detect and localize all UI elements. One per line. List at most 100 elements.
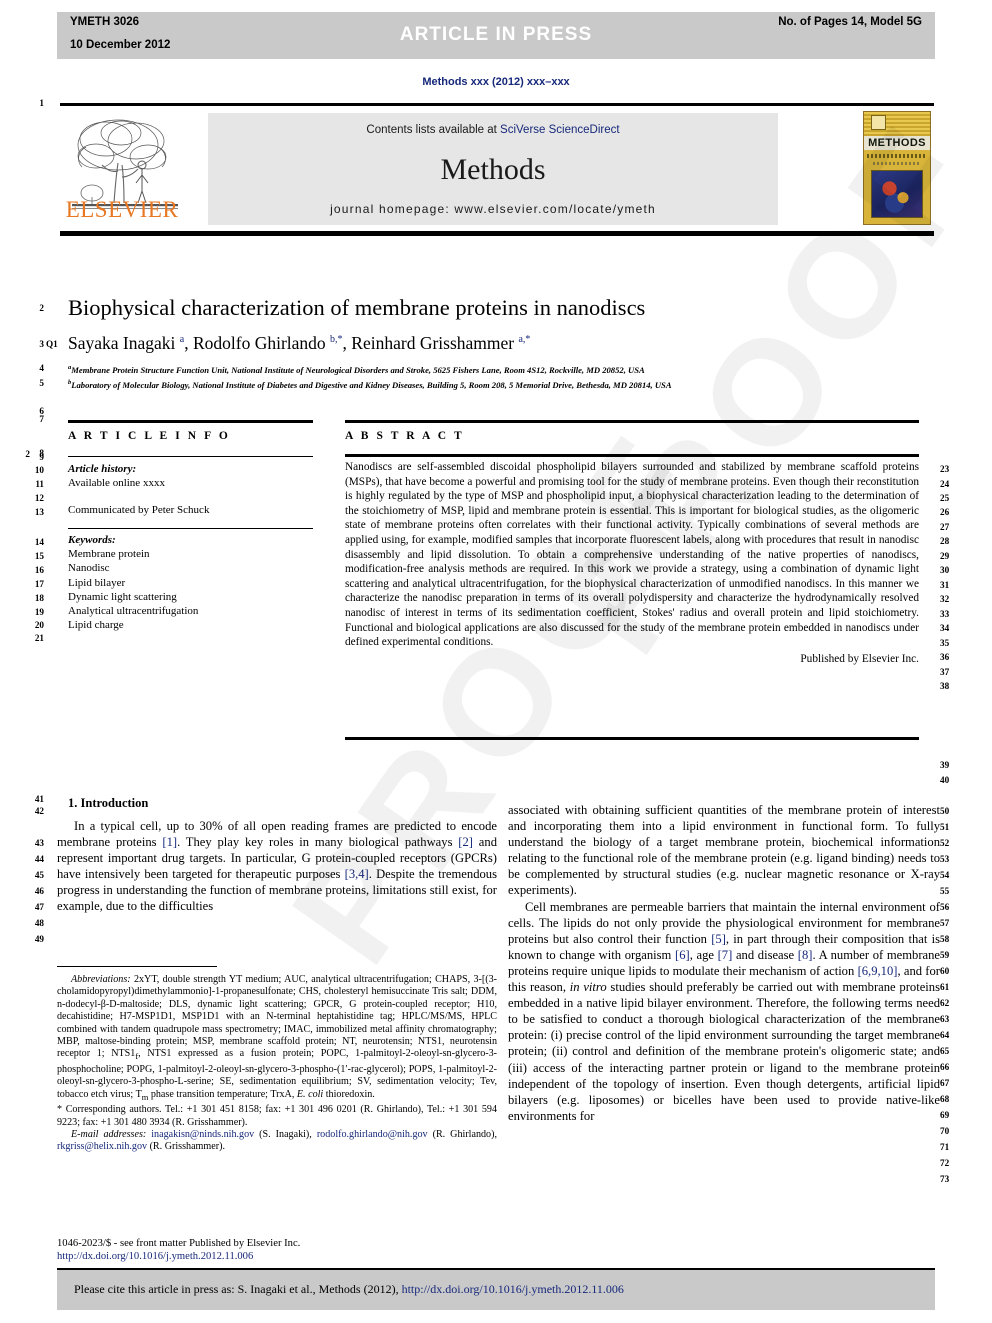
body-column-right: associated with obtaining sufficient qua… <box>508 802 940 1124</box>
journal-masthead: ELSEVIER Contents lists available at Sci… <box>60 103 934 236</box>
info-rule-above <box>68 420 313 423</box>
citation-ref[interactable]: [3,4] <box>345 867 369 881</box>
line-number: 25 <box>940 493 950 503</box>
cite-doi-link[interactable]: http://dx.doi.org/10.1016/j.ymeth.2012.1… <box>402 1282 624 1296</box>
citation-ref[interactable]: [7] <box>718 948 733 962</box>
line-number: 7 <box>39 414 44 424</box>
line-number: 28 <box>940 536 950 546</box>
cover-journal-title: METHODS <box>864 136 930 150</box>
email-link-grisshammer[interactable]: rkgriss@helix.nih.gov <box>57 1141 147 1152</box>
line-number: 63 <box>940 1014 950 1024</box>
email-owner-3: (R. Grisshammer). <box>147 1141 225 1153</box>
line-number: 24 <box>940 479 950 489</box>
line-number: 55 <box>940 886 950 896</box>
masthead-center-panel: Contents lists available at SciVerse Sci… <box>208 113 778 225</box>
line-number: 30 <box>940 565 950 575</box>
line-number: 17 <box>34 579 44 589</box>
line-number: 35 <box>940 638 950 648</box>
author-names: Sayaka Inagaki a, Rodolfo Ghirlando b,*,… <box>68 333 531 353</box>
line-number: 39 <box>940 760 950 770</box>
footnote-separator-rule <box>57 966 217 967</box>
cite-this-article-bar: Please cite this article in press as: S.… <box>57 1268 935 1310</box>
article-page: PROOF PROOF YMETH 3026 10 December 2012 … <box>0 0 992 1323</box>
line-number: 12 <box>34 493 44 503</box>
citation-ref[interactable]: [1] <box>162 835 177 849</box>
line-number: 72 <box>940 1158 950 1168</box>
line-number: 70 <box>940 1126 950 1136</box>
line-number: 45 <box>34 870 44 880</box>
cover-subtitle-rule <box>867 154 927 158</box>
keywords-label: Keywords: <box>68 534 116 546</box>
email-link-ghirlando[interactable]: rodolfo.ghirlando@nih.gov <box>317 1129 428 1140</box>
line-number: 48 <box>34 918 44 928</box>
journal-homepage-line[interactable]: journal homepage: www.elsevier.com/locat… <box>208 202 778 216</box>
line-number: 2 <box>39 303 44 313</box>
line-number: 42 <box>34 806 44 816</box>
abstract-text: Nanodiscs are self-assembled discoidal p… <box>345 461 919 649</box>
line-number: 60 <box>940 966 950 976</box>
line-number: 33 <box>940 609 950 619</box>
keyword-item: Analytical ultracentrifugation <box>68 605 199 618</box>
affiliation-a: aMembrane Protein Structure Function Uni… <box>68 364 645 375</box>
body-column-left: In a typical cell, up to 30% of all open… <box>57 818 497 915</box>
line-number: 52 <box>940 838 950 848</box>
info-rule-below-heading <box>68 456 313 457</box>
email-owner-2: (R. Ghirlando), <box>427 1128 497 1140</box>
citation-ref[interactable]: [8] <box>798 948 813 962</box>
line-number: 64 <box>940 1030 950 1040</box>
keyword-item: Dynamic light scattering <box>68 590 177 603</box>
line-number: 67 <box>940 1078 950 1088</box>
keyword-item: Lipid charge <box>68 619 124 632</box>
journal-title: Methods <box>440 153 546 186</box>
line-number: 53 <box>940 854 950 864</box>
email-addresses-note: E-mail addresses: inagakisn@ninds.nih.go… <box>57 1129 497 1154</box>
line-number: 46 <box>34 886 44 896</box>
elsevier-wordmark: ELSEVIER <box>65 197 179 222</box>
citation-ref[interactable]: [6] <box>675 948 690 962</box>
abstract-heading: A B S T R A C T <box>345 430 465 442</box>
contents-prefix: Contents lists available at <box>366 124 501 136</box>
citation-ref[interactable]: [6,9,10] <box>858 964 898 978</box>
affiliation-b-text: Laboratory of Molecular Biology, Nationa… <box>71 379 672 390</box>
line-number: 38 <box>940 681 950 691</box>
line-number: 73 <box>940 1174 950 1184</box>
issn-line: 1046-2023/$ - see front matter Published… <box>57 1238 301 1249</box>
abstract-column: Nanodiscs are self-assembled discoidal p… <box>345 460 919 666</box>
line-number: 26 <box>940 507 950 517</box>
email-link-inagaki[interactable]: inagakisn@ninds.nih.gov <box>151 1129 254 1140</box>
line-number: 68 <box>940 1094 950 1104</box>
keyword-item: Nanodisc <box>68 562 110 575</box>
citation-ref[interactable]: [5] <box>711 932 726 946</box>
line-number: 19 <box>34 607 44 617</box>
article-info-heading: A R T I C L E I N F O <box>68 430 231 442</box>
line-number: 66 <box>940 1062 950 1072</box>
keyword-item: Lipid bilayer <box>68 576 126 589</box>
cover-chip-icon <box>871 115 886 130</box>
line-number: 3 <box>39 339 44 349</box>
line-number: 69 <box>940 1110 950 1120</box>
abstract-rule-below-heading <box>345 454 919 457</box>
line-number: 2 <box>25 449 30 459</box>
line-number: 23 <box>940 464 950 474</box>
communicated-by: Communicated by Peter Schuck <box>68 504 210 517</box>
abbreviations-label: Abbreviations: <box>71 974 131 985</box>
masthead-rule-bottom <box>60 231 934 236</box>
footnote-block: Abbreviations: 2xYT, double strength YT … <box>57 974 497 1154</box>
line-number: 51 <box>940 822 950 832</box>
line-number: 10 <box>34 465 44 475</box>
line-number: 1 <box>39 98 44 108</box>
line-number: 54 <box>940 870 950 880</box>
line-number: 47 <box>34 902 44 912</box>
line-number: 11 <box>35 479 44 489</box>
cite-text: Please cite this article in press as: S.… <box>74 1282 624 1297</box>
keywords-rule <box>68 528 313 529</box>
contents-available-line: Contents lists available at SciVerse Sci… <box>208 124 778 136</box>
doi-link[interactable]: http://dx.doi.org/10.1016/j.ymeth.2012.1… <box>57 1251 253 1262</box>
issn-block: 1046-2023/$ - see front matter Published… <box>57 1238 497 1263</box>
sciencedirect-link[interactable]: SciVerse ScienceDirect <box>500 124 620 136</box>
page-title: Biophysical characterization of membrane… <box>68 295 646 320</box>
citation-ref[interactable]: [2] <box>458 835 473 849</box>
affiliation-a-text: Membrane Protein Structure Function Unit… <box>71 364 645 375</box>
line-number: 29 <box>940 551 950 561</box>
